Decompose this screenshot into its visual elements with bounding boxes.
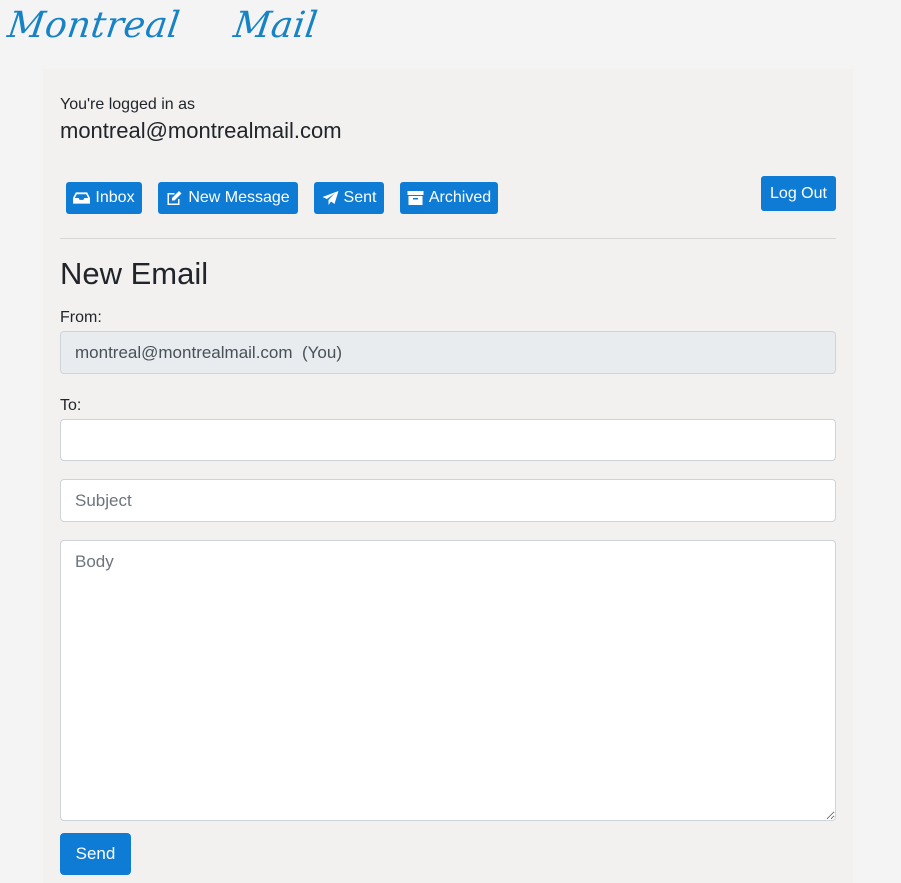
sent-button-label: Sent <box>343 189 377 206</box>
to-label: To: <box>60 397 82 414</box>
send-button[interactable]: Send <box>60 833 131 875</box>
user-email: montreal@montrealmail.com <box>60 118 342 143</box>
to-input[interactable] <box>60 419 836 461</box>
logo-text-montreal: Montreal <box>5 4 183 46</box>
from-field: montreal@montrealmail.com (You) <box>60 331 836 374</box>
archive-icon <box>407 191 424 205</box>
logged-in-label: You're logged in as <box>60 96 196 113</box>
app-logo: Montreal Mail <box>5 0 320 50</box>
logo-text-mail: Mail <box>230 4 320 46</box>
subject-input[interactable] <box>60 479 836 522</box>
new-message-button[interactable]: New Message <box>158 182 298 214</box>
send-button-label: Send <box>75 844 116 863</box>
main-panel: You're logged in as montreal@montrealmai… <box>43 69 853 883</box>
archived-button[interactable]: Archived <box>400 182 498 214</box>
divider <box>60 238 836 239</box>
edit-icon <box>167 191 182 205</box>
logout-button[interactable]: Log Out <box>761 176 836 211</box>
logout-button-label: Log Out <box>770 184 827 202</box>
sent-button[interactable]: Sent <box>314 182 384 214</box>
from-value: montreal@montrealmail.com (You) <box>75 342 343 362</box>
archived-button-label: Archived <box>428 189 492 206</box>
inbox-button[interactable]: Inbox <box>66 182 142 214</box>
page-title: New Email <box>60 256 209 291</box>
new-message-button-label: New Message <box>188 189 290 206</box>
inbox-icon <box>73 192 91 204</box>
paper-plane-icon <box>322 191 339 205</box>
body-textarea[interactable] <box>60 540 836 821</box>
inbox-button-label: Inbox <box>95 189 135 206</box>
from-label: From: <box>60 309 102 326</box>
